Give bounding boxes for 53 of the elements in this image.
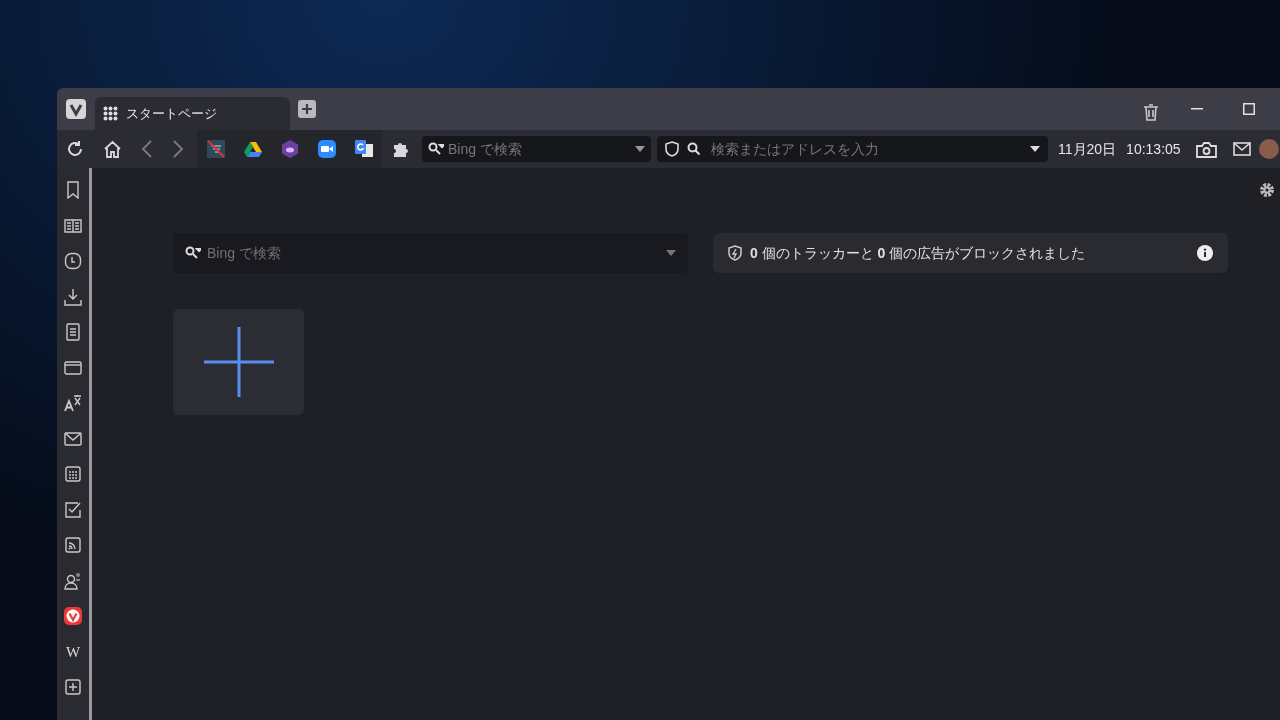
window-icon[interactable]	[64, 358, 82, 377]
filter-blocked-icon[interactable]	[206, 140, 225, 158]
puzzle-icon[interactable]	[392, 140, 410, 158]
clock-label: 10:13:05	[1126, 139, 1181, 159]
mail-icon[interactable]	[64, 429, 82, 448]
drive-triangle-icon[interactable]	[243, 141, 262, 157]
search-field[interactable]: Bing で検索	[422, 136, 651, 162]
book-icon[interactable]	[64, 216, 82, 235]
placeholder-text: Bing で検索	[448, 139, 523, 159]
plus-icon	[203, 327, 274, 397]
dropdown-caret-icon[interactable]	[635, 146, 645, 152]
panel-letter[interactable]: W	[65, 642, 81, 661]
date-label: 11月20日	[1058, 139, 1117, 159]
tab[interactable]: スタートページ	[95, 97, 290, 130]
note-icon[interactable]	[64, 323, 82, 341]
download-icon[interactable]	[64, 287, 82, 306]
v-logo-icon[interactable]	[66, 99, 86, 119]
mail-icon[interactable]	[1232, 142, 1251, 156]
contacts-icon[interactable]	[64, 571, 82, 590]
clock-icon[interactable]	[64, 252, 82, 270]
shield-icon[interactable]	[665, 141, 679, 157]
v-logo-icon[interactable]	[64, 607, 82, 625]
camera-icon[interactable]	[1195, 140, 1217, 158]
bookmark-icon[interactable]	[64, 181, 82, 199]
video-camera-icon[interactable]	[317, 140, 336, 158]
checkbox-icon[interactable]	[64, 500, 82, 519]
home-icon[interactable]	[103, 140, 122, 158]
placeholder-text: Bing で検索	[207, 243, 282, 263]
search-icon	[687, 142, 701, 156]
reload-icon[interactable]	[66, 140, 84, 158]
settings-icon[interactable]	[1259, 182, 1275, 198]
new-tab-icon[interactable]	[298, 100, 316, 118]
add-icon[interactable]	[64, 678, 82, 696]
start-search-field[interactable]: Bing で検索	[173, 233, 688, 273]
forward-icon[interactable]	[172, 140, 184, 158]
maximize-icon[interactable]	[1243, 103, 1255, 115]
hexagon-app-icon[interactable]	[280, 140, 299, 158]
dropdown-caret-icon[interactable]	[1030, 146, 1040, 152]
grid-icon	[103, 106, 118, 121]
translate-app-icon[interactable]	[353, 140, 374, 158]
calendar-icon[interactable]	[64, 465, 82, 483]
feed-icon[interactable]	[64, 536, 82, 554]
address-field[interactable]: 検索またはアドレスを入力	[657, 136, 1048, 162]
shield-bolt-icon	[728, 245, 742, 261]
back-icon[interactable]	[141, 140, 153, 158]
translate-icon[interactable]	[64, 394, 82, 412]
search-icon	[185, 246, 201, 260]
search-icon	[428, 142, 444, 156]
blocked-message: 0 個のトラッカーと 0 個の広告がブロックされました	[750, 243, 1087, 263]
placeholder-text: 検索またはアドレスを入力	[711, 139, 880, 159]
trash-icon[interactable]	[1143, 103, 1159, 121]
add-speed-dial-button[interactable]	[173, 309, 304, 415]
info-icon[interactable]	[1197, 245, 1213, 261]
